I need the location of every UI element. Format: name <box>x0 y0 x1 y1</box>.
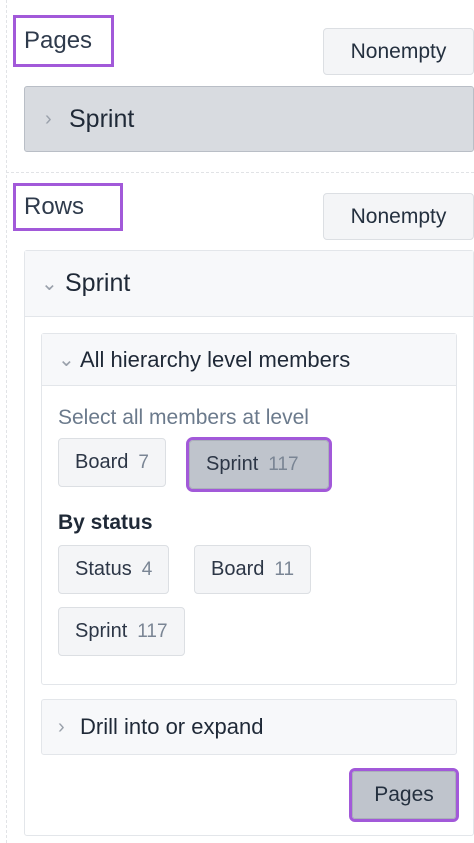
drill-title: Drill into or expand <box>80 714 264 739</box>
rows-section-title: Rows <box>13 183 123 231</box>
status-chip-status[interactable]: Status 4 <box>58 545 170 594</box>
chip-label: Sprint <box>206 453 259 475</box>
left-divider <box>6 0 7 843</box>
by-status-label: By status <box>58 511 153 534</box>
chevron-down-icon: ⌄ <box>41 273 58 295</box>
rows-nonempty-button[interactable]: Nonempty <box>323 193 474 240</box>
hierarchy-title: All hierarchy level members <box>80 346 351 372</box>
pages-dimension-sprint[interactable]: › Sprint <box>24 86 474 152</box>
chevron-right-icon: › <box>45 107 52 130</box>
pages-section-title: Pages <box>13 15 114 67</box>
chevron-down-icon: ⌄ <box>58 349 75 371</box>
rows-dimension-card: ⌄ Sprint ⌄ All hierarchy level members S… <box>24 250 474 836</box>
chip-count: 117 <box>268 453 299 475</box>
select-all-label: Select all members at level <box>58 406 309 429</box>
hierarchy-panel: ⌄ All hierarchy level members Select all… <box>41 333 457 685</box>
chip-count: 7 <box>138 451 149 473</box>
pages-nonempty-button[interactable]: Nonempty <box>323 28 474 75</box>
level-chip-board[interactable]: Board 7 <box>58 438 166 487</box>
chip-label: Board <box>75 451 129 473</box>
chevron-right-icon: › <box>58 715 65 738</box>
chip-count: 117 <box>137 620 168 642</box>
dimension-label: Sprint <box>65 269 131 297</box>
chip-count: 11 <box>274 558 295 580</box>
chip-label: Sprint <box>75 620 128 642</box>
rows-dimension-header[interactable]: ⌄ Sprint <box>25 251 473 317</box>
level-chip-sprint[interactable]: Sprint 117 <box>186 437 332 492</box>
status-chip-sprint[interactable]: Sprint 117 <box>58 607 185 656</box>
move-to-pages-button[interactable]: Pages <box>349 768 459 822</box>
dimension-label: Sprint <box>69 104 135 133</box>
hierarchy-header[interactable]: ⌄ All hierarchy level members <box>42 334 456 386</box>
chip-count: 4 <box>141 558 153 580</box>
drill-panel-header[interactable]: › Drill into or expand <box>41 699 457 755</box>
section-divider <box>6 172 474 173</box>
chip-label: Board <box>211 558 265 580</box>
status-chip-board[interactable]: Board 11 <box>194 545 312 594</box>
chip-label: Status <box>75 558 132 580</box>
